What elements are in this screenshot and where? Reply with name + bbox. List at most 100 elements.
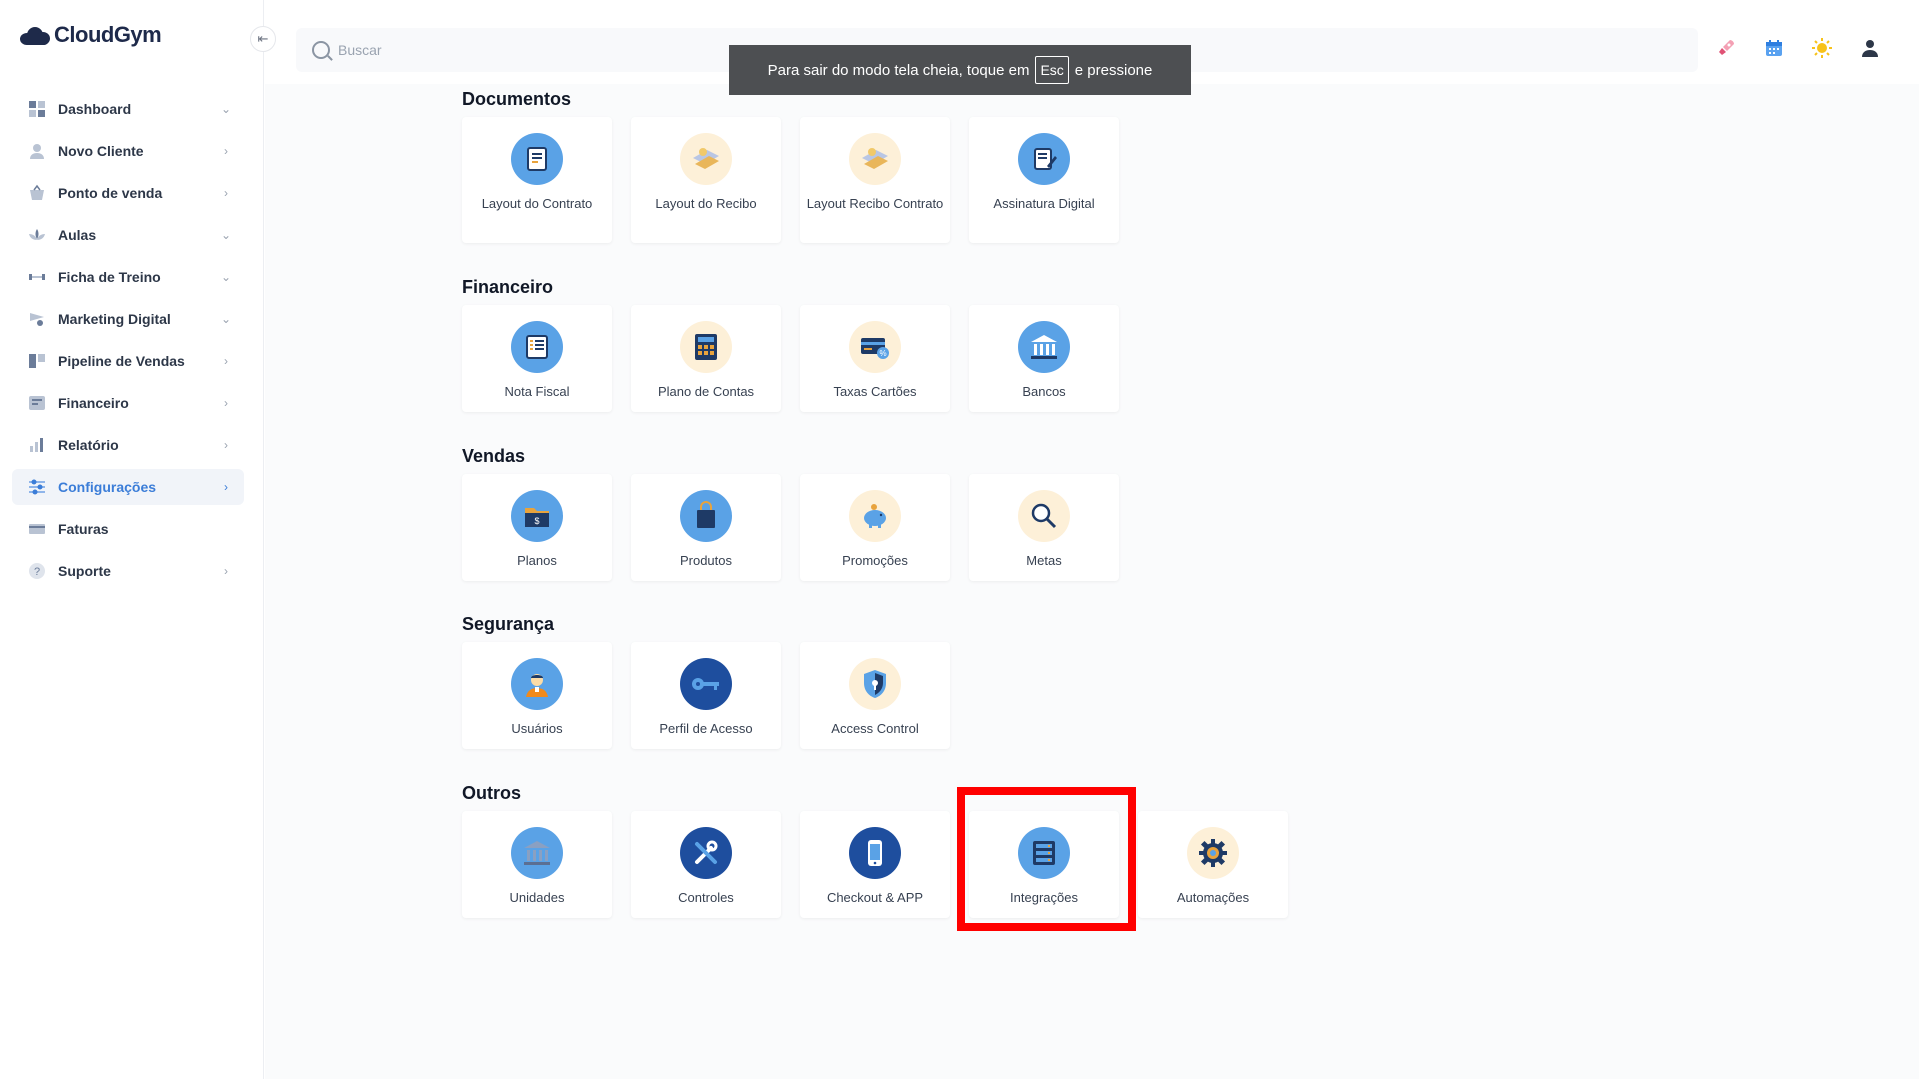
sidebar-item-pipeline-de-vendas[interactable]: Pipeline de Vendas › <box>12 343 244 379</box>
chevron-right-icon: › <box>224 564 228 578</box>
receipt-contract-icon <box>849 133 901 185</box>
sidebar-item-label: Aulas <box>58 227 97 243</box>
sidebar-item-aulas[interactable]: Aulas ⌄ <box>12 217 244 253</box>
card-label: Metas <box>1026 553 1062 568</box>
sidebar-item-configuracoes[interactable]: Configurações › <box>12 469 244 505</box>
card-unidades[interactable]: Unidades <box>462 811 612 918</box>
finance-icon <box>28 394 46 412</box>
card-integracoes[interactable]: Integrações <box>969 811 1119 918</box>
card-nota-fiscal[interactable]: Nota Fiscal <box>462 305 612 412</box>
card-checkout-app[interactable]: Checkout & APP <box>800 811 950 918</box>
calculator-icon <box>680 321 732 373</box>
fullscreen-toast: Para sair do modo tela cheia, toque em E… <box>729 45 1191 95</box>
card-planos[interactable]: $ Planos <box>462 474 612 581</box>
sun-icon[interactable] <box>1810 36 1834 60</box>
app-logo[interactable]: CloudGym <box>20 22 162 48</box>
sidebar-item-dashboard[interactable]: Dashboard ⌄ <box>12 91 244 127</box>
sidebar-item-label: Ficha de Treino <box>58 269 161 285</box>
card-perfil-de-acesso[interactable]: Perfil de Acesso <box>631 642 781 749</box>
collapse-sidebar-button[interactable]: ⇤ <box>250 26 276 52</box>
dashboard-icon <box>28 100 46 118</box>
card-plano-de-contas[interactable]: Plano de Contas <box>631 305 781 412</box>
toast-text-before: Para sair do modo tela cheia, toque em <box>767 61 1030 79</box>
shopping-bag-icon <box>680 490 732 542</box>
chevron-right-icon: › <box>224 186 228 200</box>
sidebar-item-suporte[interactable]: ? Suporte › <box>12 553 244 589</box>
sidebar-item-label: Configurações <box>58 479 157 495</box>
card-label: Nota Fiscal <box>504 384 570 399</box>
chevron-right-icon: › <box>224 144 228 158</box>
cloud-logo-icon <box>20 25 50 45</box>
building-icon <box>511 827 563 879</box>
basket-icon <box>28 184 46 202</box>
card-label: Usuários <box>511 721 563 736</box>
chevron-right-icon: › <box>224 480 228 494</box>
card-label: Integrações <box>1010 890 1078 905</box>
card-assinatura-digital[interactable]: Assinatura Digital <box>969 117 1119 243</box>
section-vendas: Vendas $ Planos Produtos Promoções Metas <box>462 446 1119 581</box>
card-bancos[interactable]: Bancos <box>969 305 1119 412</box>
chevron-right-icon: › <box>224 438 228 452</box>
chevron-down-icon: ⌄ <box>220 312 232 326</box>
card-access-control[interactable]: Access Control <box>800 642 950 749</box>
user-profile-icon[interactable] <box>1858 36 1882 60</box>
magnifier-icon <box>1018 490 1070 542</box>
sidebar-item-marketing-digital[interactable]: Marketing Digital ⌄ <box>12 301 244 337</box>
sidebar-item-ponto-de-venda[interactable]: Ponto de venda › <box>12 175 244 211</box>
card-label: Checkout & APP <box>826 890 924 905</box>
card-label: Promoções <box>842 553 908 568</box>
card-taxas-cartoes[interactable]: % Taxas Cartões <box>800 305 950 412</box>
shield-lock-icon <box>849 658 901 710</box>
svg-text:%: % <box>879 349 886 358</box>
search-icon <box>312 41 330 59</box>
section-title: Segurança <box>462 614 555 634</box>
section-title: Vendas <box>462 446 526 466</box>
card-layout-do-recibo[interactable]: Layout do Recibo <box>631 117 781 243</box>
chevron-right-icon: › <box>224 354 228 368</box>
card-label: Controles <box>678 890 734 905</box>
top-actions <box>1714 36 1882 60</box>
marketing-icon <box>28 310 46 328</box>
card-controles[interactable]: Controles <box>631 811 781 918</box>
pipeline-icon <box>28 352 46 370</box>
calendar-icon[interactable] <box>1762 36 1786 60</box>
sidebar-item-label: Faturas <box>58 521 109 537</box>
sidebar-item-label: Pipeline de Vendas <box>58 353 185 369</box>
lotus-icon <box>28 226 46 244</box>
chevron-down-icon: ⌄ <box>220 102 232 116</box>
sidebar-item-label: Financeiro <box>58 395 129 411</box>
card-produtos[interactable]: Produtos <box>631 474 781 581</box>
card-label: Bancos <box>1022 384 1066 399</box>
chevron-down-icon: ⌄ <box>220 270 232 284</box>
bank-icon <box>1018 321 1070 373</box>
esc-key-badge: Esc <box>1035 56 1069 84</box>
sidebar-item-novo-cliente[interactable]: Novo Cliente › <box>12 133 244 169</box>
card-label: Assinatura Digital <box>993 196 1095 211</box>
card-usuarios[interactable]: Usuários <box>462 642 612 749</box>
section-seguranca: Segurança Usuários Perfil de Acesso Acce… <box>462 614 950 749</box>
toast-text-after: e pressione <box>1074 61 1153 79</box>
tools-icon <box>680 827 732 879</box>
card-promocoes[interactable]: Promoções <box>800 474 950 581</box>
card-automacoes[interactable]: Automações <box>1138 811 1288 918</box>
sidebar: CloudGym Dashboard ⌄ Novo Cliente › Pont… <box>0 0 264 1079</box>
sidebar-item-ficha-de-treino[interactable]: Ficha de Treino ⌄ <box>12 259 244 295</box>
card-label: Planos <box>517 553 557 568</box>
card-label: Plano de Contas <box>657 384 755 399</box>
gear-automation-icon <box>1187 827 1239 879</box>
sidebar-item-faturas[interactable]: Faturas <box>12 511 244 547</box>
section-financeiro: Financeiro Nota Fiscal Plano de Contas %… <box>462 277 1119 412</box>
card-label: Perfil de Acesso <box>659 721 753 736</box>
card-layout-recibo-contrato[interactable]: Layout Recibo Contrato <box>800 117 950 243</box>
sidebar-item-label: Marketing Digital <box>58 311 171 327</box>
rocket-icon[interactable] <box>1714 36 1738 60</box>
sidebar-item-relatorio[interactable]: Relatório › <box>12 427 244 463</box>
card-label: Taxas Cartões <box>833 384 917 399</box>
sidebar-item-label: Suporte <box>58 563 111 579</box>
card-metas[interactable]: Metas <box>969 474 1119 581</box>
dumbbell-icon <box>28 268 46 286</box>
card-label: Unidades <box>509 890 565 905</box>
card-layout-do-contrato[interactable]: Layout do Contrato <box>462 117 612 243</box>
sidebar-item-financeiro[interactable]: Financeiro › <box>12 385 244 421</box>
help-icon: ? <box>28 562 46 580</box>
